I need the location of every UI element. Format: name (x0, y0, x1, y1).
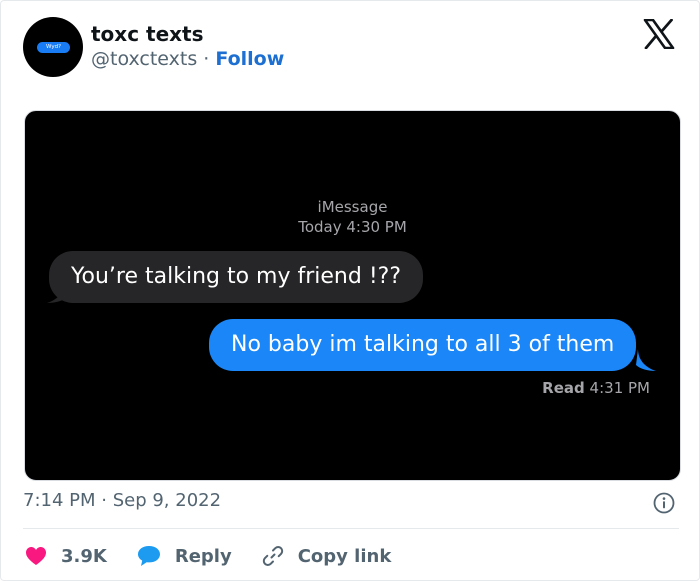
imessage-screenshot[interactable]: iMessage Today 4:30 PM You’re talking to… (24, 110, 681, 481)
avatar-logo-text: Wyd? (37, 42, 70, 53)
like-count: 3.9K (61, 545, 107, 567)
received-message-bubble: You’re talking to my friend !?? (49, 251, 424, 303)
message-date: Today 4:30 PM (298, 218, 407, 236)
reply-button[interactable]: Reply (137, 545, 232, 567)
copy-link-button[interactable]: Copy link (262, 545, 392, 567)
like-button[interactable]: 3.9K (25, 546, 107, 567)
link-icon (262, 546, 283, 566)
read-label: Read (542, 379, 585, 397)
account-handle[interactable]: @toxctexts (91, 48, 197, 70)
post-timestamp[interactable]: 7:14 PM · Sep 9, 2022 (23, 490, 221, 511)
sent-message-bubble: No baby im talking to all 3 of them (209, 319, 637, 371)
read-receipt: Read 4:31 PM (542, 379, 650, 397)
copy-link-label: Copy link (297, 545, 392, 567)
action-bar: 3.9K Reply Copy link (25, 541, 421, 571)
tweet-card: Wyd? toxc texts @toxctexts · Follow iMes… (0, 0, 700, 581)
handle-row: @toxctexts · Follow (91, 48, 284, 70)
info-icon[interactable] (653, 492, 675, 514)
sent-bubble-tail (636, 349, 656, 371)
separator: · (203, 48, 210, 70)
divider (23, 528, 679, 529)
avatar[interactable]: Wyd? (23, 17, 83, 77)
account-name[interactable]: toxc texts (91, 22, 204, 46)
service-label: iMessage (317, 198, 388, 216)
reply-label: Reply (174, 545, 232, 567)
follow-button[interactable]: Follow (215, 48, 284, 70)
x-logo-icon[interactable] (643, 19, 675, 49)
heart-icon (26, 547, 46, 565)
reply-icon (137, 546, 160, 566)
read-time: 4:31 PM (589, 379, 650, 397)
